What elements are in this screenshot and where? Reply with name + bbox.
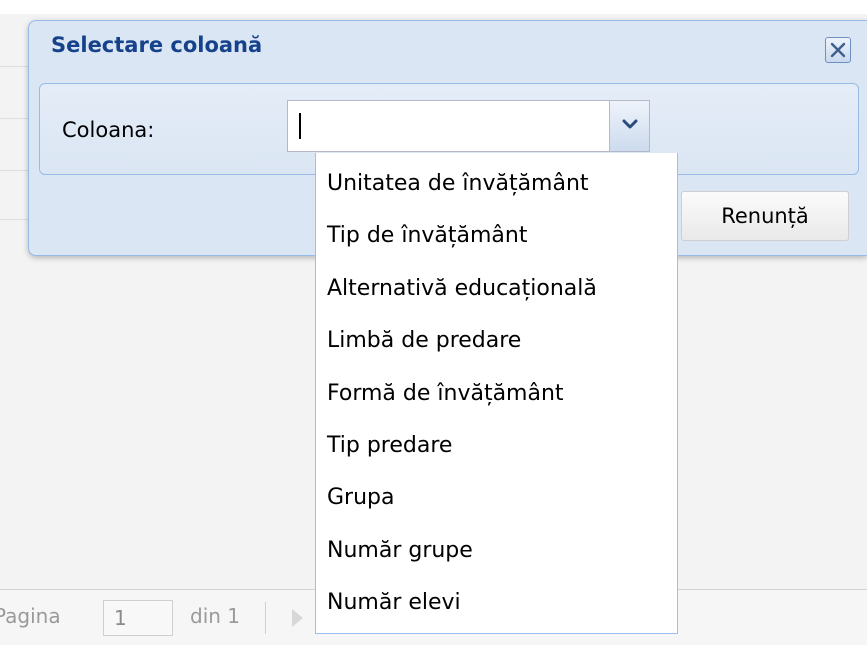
- pager-page-input[interactable]: 1: [103, 600, 173, 636]
- combo-trigger-button[interactable]: [609, 101, 649, 151]
- next-page-icon[interactable]: [292, 609, 303, 627]
- dropdown-option[interactable]: Tip predare: [316, 420, 677, 472]
- close-button[interactable]: [825, 37, 851, 63]
- column-field-label: Coloana:: [62, 118, 155, 142]
- column-dropdown-list: Unitatea de învățământ Tip de învățământ…: [315, 153, 678, 634]
- pager-page-label: Pagina: [0, 604, 61, 628]
- column-combobox[interactable]: [287, 100, 650, 153]
- chevron-down-icon: [622, 119, 638, 129]
- dropdown-option[interactable]: Alternativă educațională: [316, 263, 677, 315]
- dropdown-option[interactable]: Unitatea de învățământ: [316, 158, 677, 210]
- dialog-title: Selectare coloană: [51, 33, 263, 57]
- page-header-strip: [0, 0, 867, 14]
- cancel-button[interactable]: Renunță: [681, 191, 849, 241]
- dropdown-option[interactable]: Limbă de predare: [316, 315, 677, 367]
- pager-separator: [265, 602, 266, 634]
- pager-of-label: din 1: [190, 604, 241, 628]
- column-combo-input[interactable]: [288, 101, 610, 153]
- dropdown-option[interactable]: Formă de învățământ: [316, 368, 677, 420]
- dropdown-option[interactable]: Grupa: [316, 472, 677, 524]
- text-caret: [299, 113, 301, 139]
- dropdown-option[interactable]: Număr grupe: [316, 525, 677, 577]
- close-icon: [830, 42, 846, 58]
- dropdown-option[interactable]: Număr elevi: [316, 577, 677, 629]
- dropdown-option[interactable]: Tip de învățământ: [316, 210, 677, 262]
